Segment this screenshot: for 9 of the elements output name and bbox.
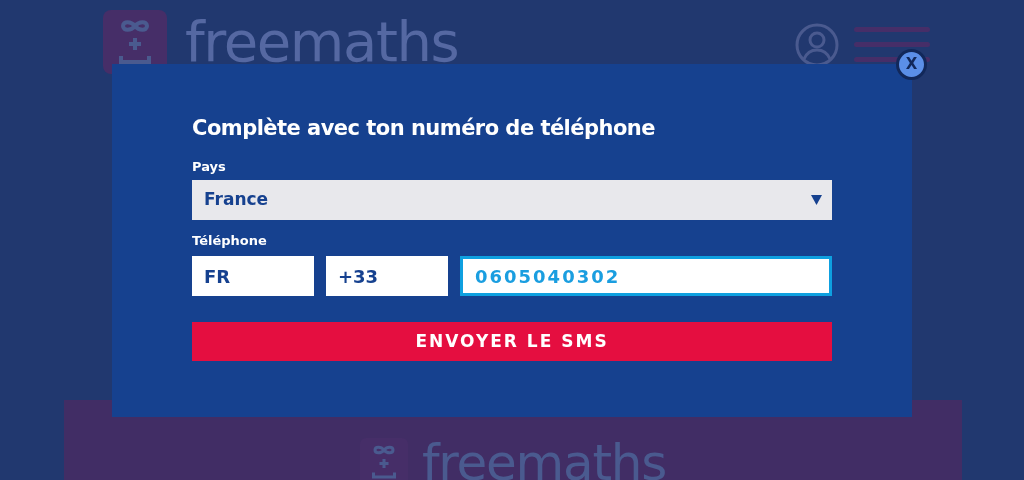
- country-select[interactable]: France: [192, 180, 832, 220]
- send-sms-button[interactable]: ENVOYER LE SMS: [192, 322, 832, 361]
- field-label: Téléphone: [192, 232, 268, 250]
- close-button[interactable]: X: [896, 49, 927, 80]
- input-field[interactable]: +33: [326, 256, 448, 296]
- caret-icon: [811, 195, 822, 205]
- field-label: Pays: [192, 158, 227, 176]
- dialog-title: Complète avec ton numéro de téléphone: [192, 115, 656, 142]
- input-field[interactable]: FR: [192, 256, 314, 296]
